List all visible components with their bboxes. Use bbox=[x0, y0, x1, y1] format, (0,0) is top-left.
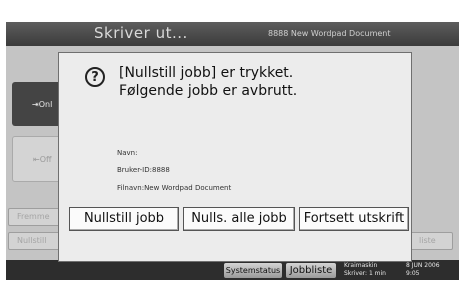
time-text: 9:05 bbox=[406, 270, 420, 277]
reset-all-jobs-button[interactable]: Nulls. alle jobb bbox=[183, 207, 295, 231]
job-name: Navn: bbox=[117, 149, 138, 157]
reset-bg-label: Nullstill bbox=[17, 236, 47, 245]
window-title: Skriver ut... bbox=[94, 24, 188, 42]
offline-label: ⇤Off bbox=[33, 155, 52, 164]
job-list-button[interactable]: Jobbliste bbox=[286, 263, 336, 278]
printer-screen: Skriver ut... 8888 New Wordpad Document … bbox=[6, 22, 459, 280]
title-bar: Skriver ut... 8888 New Wordpad Document bbox=[6, 22, 459, 46]
online-label: ⇥Onl bbox=[32, 100, 53, 109]
document-title: 8888 New Wordpad Document bbox=[268, 29, 391, 38]
list-bg-label: liste bbox=[419, 236, 436, 245]
dialog-message-line2: Følgende jobb er avbrutt. bbox=[119, 83, 298, 99]
reset-job-button[interactable]: Nullstill jobb bbox=[69, 207, 179, 231]
continue-printing-button[interactable]: Fortsett utskrift bbox=[299, 207, 409, 231]
warning-icon: ? bbox=[85, 67, 105, 87]
job-reset-dialog: ? [Nullstill jobb] er trykket. Følgende … bbox=[58, 52, 412, 262]
system-status-button[interactable]: Systemstatus bbox=[224, 263, 282, 278]
date-text: 8 JUN 2006 bbox=[406, 262, 440, 269]
datetime: 8 JUN 2006 9:05 bbox=[406, 262, 440, 278]
machine-info: Kraimaskin Skriver: 1 min bbox=[344, 262, 386, 278]
job-user-id: Bruker-ID:8888 bbox=[117, 166, 170, 174]
job-filename: Filnavn:New Wordpad Document bbox=[117, 184, 232, 192]
machine-info-line1: Kraimaskin bbox=[344, 262, 378, 269]
machine-info-line2: Skriver: 1 min bbox=[344, 270, 386, 277]
dialog-message-line1: [Nullstill jobb] er trykket. bbox=[119, 65, 294, 81]
prev-label: Fremme bbox=[17, 212, 50, 221]
status-bar: Systemstatus Jobbliste Kraimaskin Skrive… bbox=[6, 260, 459, 280]
